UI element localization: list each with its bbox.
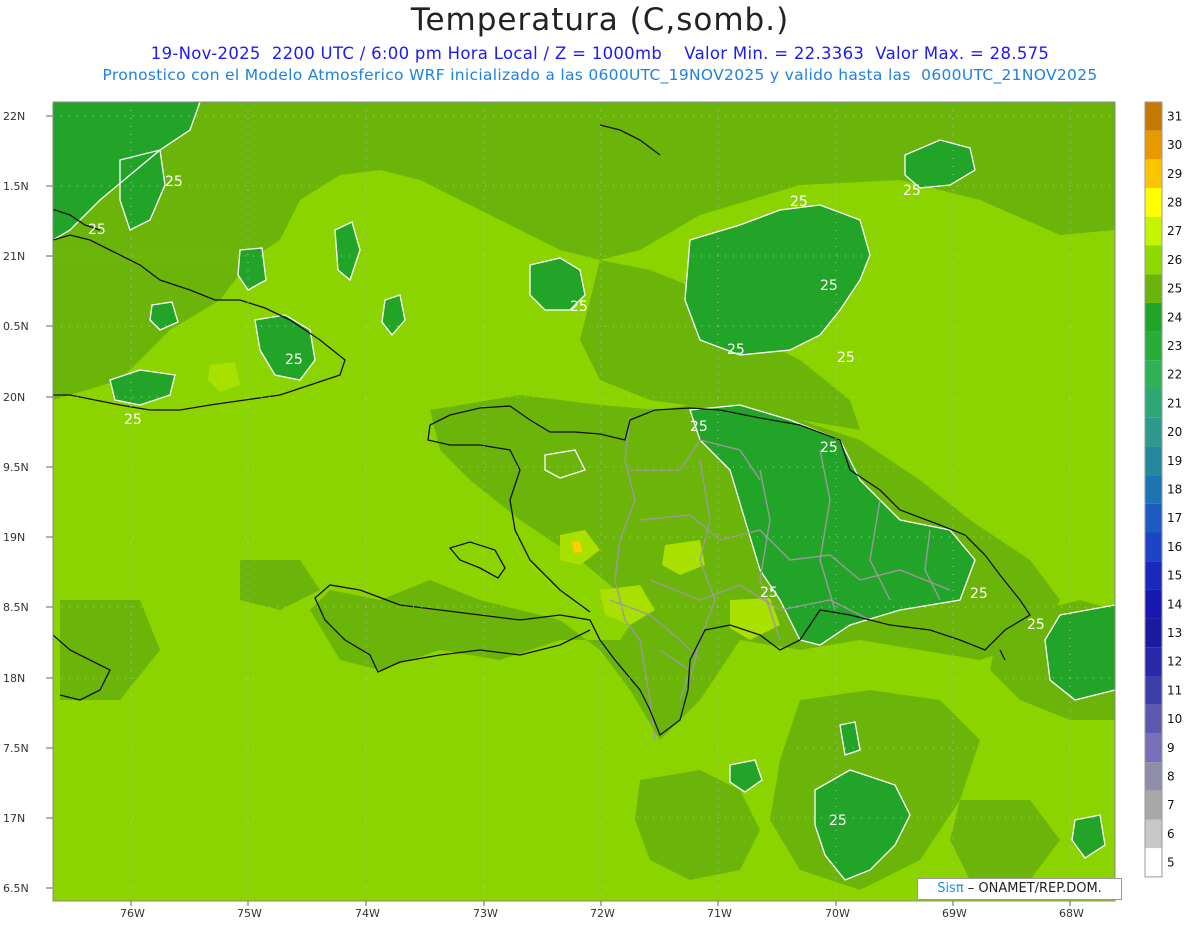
colorbar-swatch: [1145, 561, 1162, 590]
colorbar-label: 8: [1167, 769, 1175, 783]
colorbar-label: 17: [1167, 511, 1182, 525]
colorbar-label: 30: [1167, 138, 1182, 152]
lat-label: 9.5N: [3, 461, 29, 474]
lon-label: 75W: [237, 907, 262, 920]
colorbar-swatch: [1145, 704, 1162, 734]
colorbar-label: 6: [1167, 827, 1175, 841]
contour-label: 25: [790, 194, 808, 210]
lon-label: 73W: [473, 907, 498, 920]
colorbar-swatch: [1145, 102, 1162, 131]
lon-label: 74W: [355, 907, 380, 920]
colorbar-swatch: [1145, 331, 1162, 361]
credit-box: Sisπ – ONAMET/REP.DOM.: [917, 878, 1122, 900]
lat-label: 22N: [3, 110, 25, 123]
lat-label: 8.5N: [3, 601, 29, 614]
colorbar-swatch: [1145, 188, 1162, 217]
colorbar-swatch: [1145, 503, 1162, 533]
contour-label: 25: [285, 352, 303, 368]
colorbar-label: 28: [1167, 195, 1182, 209]
lat-label: 18N: [3, 672, 25, 685]
lat-label: 1.5N: [3, 180, 29, 193]
temperature-map: 25 25 25 25 25 25 25 25 25 25 25 25 25 2…: [3, 101, 1182, 920]
contour-label: 25: [124, 412, 142, 428]
colorbar-label: 11: [1167, 683, 1182, 697]
colorbar-swatch: [1145, 274, 1162, 303]
colorbar-swatch: [1145, 762, 1162, 791]
colorbar-label: 16: [1167, 540, 1182, 554]
colorbar-label: 26: [1167, 253, 1182, 267]
contour-label: 25: [570, 299, 588, 315]
colorbar-label: 21: [1167, 396, 1182, 410]
contour-label: 25: [165, 174, 183, 190]
lon-label: 72W: [590, 907, 615, 920]
latitude-axis: 22N 1.5N 21N 0.5N 20N 9.5N 19N 8.5N 18N …: [3, 110, 53, 895]
colorbar-swatch: [1145, 389, 1162, 418]
colorbar-label: 15: [1167, 569, 1182, 583]
colorbar-swatch: [1145, 302, 1162, 332]
lon-label: 69W: [942, 907, 967, 920]
colorbar-swatch: [1145, 130, 1162, 160]
contour-label: 25: [820, 440, 838, 456]
lat-label: 19N: [3, 531, 25, 544]
lon-label: 70W: [825, 907, 850, 920]
colorbar-swatch: [1145, 733, 1162, 763]
contour-label: 25: [820, 278, 838, 294]
colorbar-swatch: [1145, 245, 1162, 275]
colorbar-label: 23: [1167, 339, 1182, 353]
colorbar-label: 12: [1167, 655, 1182, 669]
contour-label: 25: [727, 342, 745, 358]
colorbar-label: 5: [1167, 856, 1175, 870]
colorbar-label: 7: [1167, 798, 1175, 812]
longitude-axis: 76W 75W 74W 73W 72W 71W 70W 69W 68W: [120, 901, 1084, 920]
colorbar-label: 22: [1167, 368, 1182, 382]
colorbar-label: 18: [1167, 482, 1182, 496]
colorbar-swatch: [1145, 216, 1162, 246]
lat-label: 17N: [3, 812, 25, 825]
colorbar-label: 9: [1167, 741, 1175, 755]
colorbar-label: 10: [1167, 712, 1182, 726]
lat-label: 0.5N: [3, 320, 29, 333]
lon-label: 71W: [707, 907, 732, 920]
contour-label: 25: [837, 350, 855, 366]
colorbar-swatch: [1145, 589, 1162, 619]
colorbar-label: 13: [1167, 626, 1182, 640]
colorbar-swatch: [1145, 159, 1162, 189]
lat-label: 21N: [3, 250, 25, 263]
lon-label: 76W: [120, 907, 145, 920]
contour-label: 25: [690, 419, 708, 435]
colorbar-swatch: [1145, 819, 1162, 849]
lat-label: 6.5N: [3, 882, 29, 895]
colorbar-swatch: [1145, 446, 1162, 476]
contour-label: 25: [903, 183, 921, 199]
colorbar-label: 19: [1167, 454, 1182, 468]
lon-label: 68W: [1059, 907, 1084, 920]
sispi-logo-text: Sisπ: [937, 881, 964, 896]
colorbar-swatch: [1145, 475, 1162, 504]
colorbar-swatch: [1145, 532, 1162, 562]
colorbar-swatch: [1145, 417, 1162, 447]
colorbar-swatch: [1145, 647, 1162, 676]
contour-label: 25: [1027, 617, 1045, 633]
colorbar-label: 27: [1167, 224, 1182, 238]
colorbar-label: 29: [1167, 167, 1182, 181]
lat-label: 7.5N: [3, 742, 29, 755]
colorbar-swatch: [1145, 848, 1162, 877]
contour-label: 25: [760, 585, 778, 601]
colorbar-swatch: [1145, 676, 1162, 705]
contour-label: 25: [88, 222, 106, 238]
colorbar-label: 25: [1167, 282, 1182, 296]
colorbar-swatch: [1145, 360, 1162, 389]
colorbar-label: 31: [1167, 109, 1182, 123]
credit-text: – ONAMET/REP.DOM.: [963, 881, 1102, 896]
colorbar-label: 24: [1167, 310, 1182, 324]
contour-label: 25: [970, 586, 988, 602]
colorbar-legend: 31 30 29 28 27 26 25 24 23 22 21 20 19 18 17 16 15 14 13 12…: [1144, 101, 1182, 878]
colorbar-swatch: [1145, 790, 1162, 820]
lat-label: 20N: [3, 391, 25, 404]
colorbar-label: 14: [1167, 597, 1182, 611]
colorbar-swatch: [1145, 618, 1162, 648]
contour-label: 25: [829, 813, 847, 829]
colorbar-label: 20: [1167, 425, 1182, 439]
